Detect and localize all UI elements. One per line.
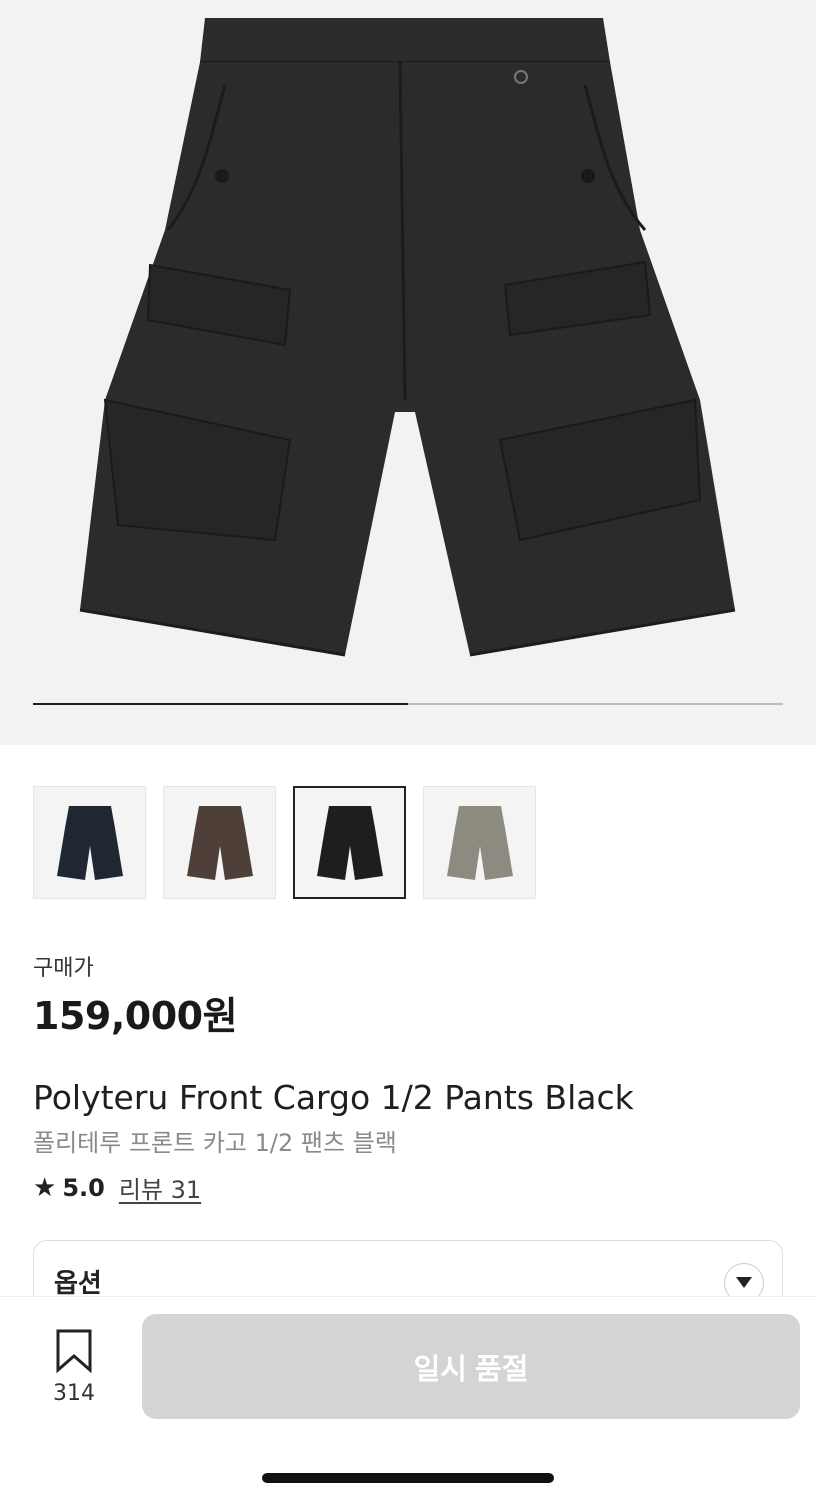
bookmark-button[interactable]: 314 (50, 1329, 98, 1406)
thumbnail-grey[interactable] (423, 786, 536, 899)
thumbnail-navy[interactable] (33, 786, 146, 899)
price-value: 159,000원 (33, 994, 238, 1038)
price-label: 구매가 (33, 956, 94, 981)
gallery-progress (33, 703, 783, 705)
thumbnail-image (56, 805, 123, 880)
bottom-action-bar: 314 일시 품절 (0, 1296, 816, 1501)
option-label: 옵션 (54, 1269, 102, 1299)
thumbnail-image (316, 805, 383, 880)
rating-score: 5.0 (62, 1173, 105, 1202)
review-link[interactable]: 리뷰 31 (119, 1170, 201, 1205)
product-name-en: Polyteru Front Cargo 1/2 Pants Black (33, 1078, 634, 1117)
color-thumbnails (33, 786, 536, 899)
bookmark-icon (56, 1329, 92, 1374)
gallery-progress-fill (33, 703, 408, 705)
thumbnail-brown[interactable] (163, 786, 276, 899)
thumbnail-image (186, 805, 253, 880)
product-image-gallery[interactable] (0, 0, 816, 745)
thumbnail-image (446, 805, 513, 880)
product-name-ko: 폴리테루 프론트 카고 1/2 팬츠 블랙 (33, 1129, 397, 1157)
star-icon: ★ (33, 1172, 57, 1203)
rating-row: ★ 5.0 리뷰 31 (33, 1170, 201, 1205)
soldout-button[interactable]: 일시 품절 (142, 1314, 800, 1419)
thumbnail-black[interactable] (293, 786, 406, 899)
home-indicator (262, 1473, 554, 1483)
bookmark-count: 314 (53, 1381, 95, 1406)
shorts-image (79, 18, 736, 657)
